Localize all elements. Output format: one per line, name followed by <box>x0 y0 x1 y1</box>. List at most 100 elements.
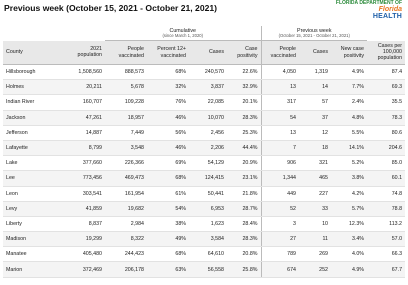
cell-pop: 47,261 <box>65 110 105 126</box>
cell-wcases: 321 <box>299 155 331 172</box>
cell-pos: 23.1% <box>227 170 261 187</box>
cell-pop: 773,456 <box>65 170 105 187</box>
cell-county: Hillsborough <box>3 64 65 81</box>
column-header-row: County 2021 population People vaccinated… <box>3 40 406 65</box>
cell-wcases: 14 <box>299 79 331 96</box>
cell-cases: 64,610 <box>189 246 227 263</box>
col-cases: Cases <box>189 40 227 65</box>
cell-cases: 124,415 <box>189 170 227 187</box>
cell-wvacc: 54 <box>260 110 299 126</box>
cell-pct: 49% <box>147 231 189 248</box>
cell-county: Lake <box>3 155 65 172</box>
table-row: Jefferson 14,887 7,449 56% 2,456 25.3% 13 12 5.5… <box>3 125 406 141</box>
cell-vacc: 206,178 <box>105 261 147 278</box>
previous-week-group-header: Previous week (October 15, 2021 - Octobe… <box>260 26 368 41</box>
cell-wvacc: 317 <box>260 94 299 111</box>
cell-wcases: 10 <box>299 216 331 233</box>
cell-cases: 10,070 <box>189 110 227 126</box>
cell-pop: 372,469 <box>65 261 105 278</box>
cell-wvacc: 789 <box>260 246 299 263</box>
cell-pos: 21.8% <box>227 186 261 202</box>
table-row: Lafayette 8,799 3,548 46% 2,206 44.4% 7 18 14.1%… <box>3 140 406 157</box>
col-week-cases: Cases <box>299 40 331 65</box>
cell-wpos: 4.8% <box>331 110 368 126</box>
cell-pop: 405,480 <box>65 246 105 263</box>
cell-per100k: 78.3 <box>367 110 406 126</box>
cumulative-group-header: Cumulative (since March 1, 2020) <box>105 26 261 41</box>
col-cases-per-100k: Cases per 100,000 population <box>367 40 406 65</box>
cell-wpos: 4.2% <box>331 186 368 202</box>
cell-pop: 19,299 <box>65 231 105 248</box>
cell-pos: 22.6% <box>227 64 261 81</box>
cell-pct: 68% <box>147 64 189 81</box>
cell-county: Madison <box>3 231 65 248</box>
cell-county: Lafayette <box>3 140 65 157</box>
table-row: Liberty 8,837 2,984 38% 1,623 28.4% 3 10 12.3% 11… <box>3 216 406 233</box>
cell-wpos: 12.3% <box>331 216 368 233</box>
table-row: Holmes 20,211 5,678 32% 3,837 32.9% 13 14 7.7% 69… <box>3 79 406 96</box>
col-population: 2021 population <box>65 40 105 65</box>
cell-cases: 6,953 <box>189 201 227 217</box>
cell-pos: 20.9% <box>227 155 261 172</box>
cell-wvacc: 674 <box>260 261 299 278</box>
cell-vacc: 2,984 <box>105 216 147 233</box>
cell-per100k: 113.2 <box>367 216 406 233</box>
cell-pop: 1,508,560 <box>65 64 105 81</box>
cell-pop: 8,837 <box>65 216 105 233</box>
table-row: Hillsborough 1,508,560 888,573 68% 240,570 22… <box>3 64 406 81</box>
cell-wpos: 4.9% <box>331 261 368 278</box>
cell-wvacc: 449 <box>260 186 299 202</box>
cell-pos: 28.3% <box>227 110 261 126</box>
cell-wcases: 12 <box>299 125 331 141</box>
table-row: Indian River 160,707 109,228 76% 22,085 20.1%… <box>3 94 406 111</box>
cell-vacc: 7,449 <box>105 125 147 141</box>
cell-pct: 38% <box>147 216 189 233</box>
cell-pct: 32% <box>147 79 189 96</box>
cell-pct: 76% <box>147 94 189 111</box>
cell-county: Indian River <box>3 94 65 111</box>
cell-wpos: 3.4% <box>331 231 368 248</box>
cell-pct: 68% <box>147 246 189 263</box>
cell-pop: 377,660 <box>65 155 105 172</box>
cell-wvacc: 52 <box>260 201 299 217</box>
cell-vacc: 8,322 <box>105 231 147 248</box>
table-body: Hillsborough 1,508,560 888,573 68% 240,570 22… <box>3 64 406 278</box>
table-row: Lake 377,660 226,366 69% 54,129 20.9% 906 321 5.… <box>3 155 406 172</box>
cell-wpos: 5.5% <box>331 125 368 141</box>
cell-pct: 46% <box>147 110 189 126</box>
cell-county: Lee <box>3 170 65 187</box>
cell-wpos: 5.7% <box>331 201 368 217</box>
cell-pct: 68% <box>147 170 189 187</box>
cell-county: Manatee <box>3 246 65 263</box>
cell-vacc: 244,423 <box>105 246 147 263</box>
cell-vacc: 5,678 <box>105 79 147 96</box>
col-new-case-positivity: New case positivity <box>331 40 368 65</box>
cell-county: Jackson <box>3 110 65 126</box>
group-header-row: Cumulative (since March 1, 2020) Previou… <box>3 26 406 41</box>
florida-health-logo: FLORIDA DEPARTMENT OF Florida HEALTH <box>336 1 402 21</box>
cell-pop: 8,799 <box>65 140 105 157</box>
cell-pos: 20.8% <box>227 246 261 263</box>
page-title: Previous week (October 15, 2021 - Octobe… <box>4 3 218 13</box>
col-case-positivity: Case positivity <box>227 40 261 65</box>
cell-pct: 56% <box>147 125 189 141</box>
cell-pos: 44.4% <box>227 140 261 157</box>
cell-per100k: 60.1 <box>367 170 406 187</box>
table-row: Manatee 405,480 244,423 68% 64,610 20.8% 789 26… <box>3 246 406 263</box>
table-row: Lee 773,456 469,473 68% 124,415 23.1% 1,344 465… <box>3 170 406 187</box>
col-county: County <box>3 40 65 65</box>
cell-vacc: 161,954 <box>105 186 147 202</box>
table-row: Levy 41,859 19,682 54% 6,953 28.7% 52 33 5.7% 78.… <box>3 201 406 217</box>
cell-pop: 303,541 <box>65 186 105 202</box>
cell-pop: 160,707 <box>65 94 105 111</box>
cell-county: Holmes <box>3 79 65 96</box>
cell-per100k: 204.6 <box>367 140 406 157</box>
cell-wpos: 14.1% <box>331 140 368 157</box>
cell-per100k: 57.0 <box>367 231 406 248</box>
cell-wpos: 3.8% <box>331 170 368 187</box>
cell-cases: 2,206 <box>189 140 227 157</box>
table-row: Madison 19,299 8,322 49% 3,584 28.3% 27 11 3.4% 5… <box>3 231 406 248</box>
cell-wcases: 227 <box>299 186 331 202</box>
cell-vacc: 469,473 <box>105 170 147 187</box>
cell-pop: 14,887 <box>65 125 105 141</box>
